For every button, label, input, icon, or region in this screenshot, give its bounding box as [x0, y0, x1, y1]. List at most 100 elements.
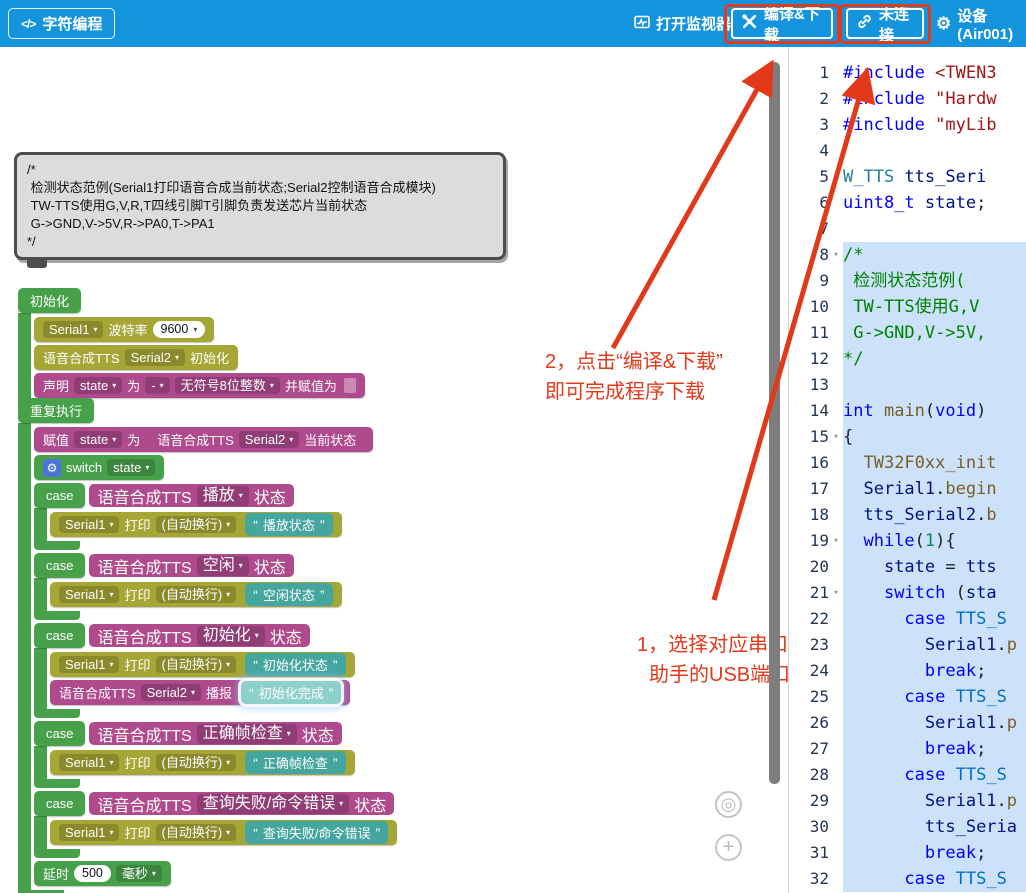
dropdown-field[interactable]: 播放▾ — [197, 486, 249, 506]
c-shaped-block[interactable]: case语音合成TTS初始化▾状态Serial1▾打印(自动换行)▾“初始化状态… — [34, 623, 355, 718]
dropdown-field[interactable]: state▾ — [74, 377, 122, 394]
dropdown-field[interactable]: (自动换行)▾ — [156, 824, 237, 841]
case-condition-block[interactable]: 语音合成TTS播放▾状态 — [89, 484, 293, 507]
block-row[interactable]: Serial1▾打印(自动换行)▾“正确帧检查” — [50, 750, 355, 775]
code-token: "Hardw — [935, 89, 996, 109]
block-header-label[interactable]: 重复执行 — [18, 398, 94, 423]
block-header-label[interactable]: case — [34, 791, 85, 816]
string-block[interactable]: “查询失败/命令错误” — [245, 821, 388, 844]
c-shaped-block[interactable]: case语音合成TTS空闲▾状态Serial1▾打印(自动换行)▾“空闲状态” — [34, 553, 342, 620]
line-number-gutter: 30 — [789, 814, 843, 840]
block-label: 语音合成TTS — [97, 722, 191, 746]
c-shaped-block[interactable]: case语音合成TTS正确帧检查▾状态Serial1▾打印(自动换行)▾“正确帧… — [34, 721, 355, 788]
open-monitor-button[interactable]: 打开监视器 — [626, 8, 739, 39]
c-shaped-block[interactable]: case语音合成TTS播放▾状态Serial1▾打印(自动换行)▾“播放状态” — [34, 483, 342, 550]
dropdown-field[interactable]: (自动换行)▾ — [156, 754, 237, 771]
device-button[interactable]: ⚙设备(Air001) — [928, 8, 1026, 39]
dropdown-field[interactable]: Serial1▾ — [59, 516, 119, 533]
init-block[interactable]: 初始化Serial1▾波特率9600▾语音合成TTSSerial2▾初始化声明s… — [18, 288, 365, 411]
dropdown-field[interactable]: 初始化▾ — [197, 626, 265, 646]
text-field[interactable]: 9600▾ — [153, 321, 206, 338]
code-token — [894, 167, 904, 187]
block-row[interactable]: 语音合成TTSSerial2▾初始化 — [34, 345, 238, 370]
dropdown-field[interactable]: Serial2▾ — [141, 684, 201, 701]
block-header-label[interactable]: case — [34, 721, 85, 746]
line-number: 6 — [791, 190, 829, 216]
dropdown-field[interactable]: 空闲▾ — [197, 556, 249, 576]
block-row[interactable]: 语音合成TTSSerial2▾播报“初始化完成” — [50, 680, 350, 705]
code-editor[interactable]: 1#include <TWEN32#include "Hardw3#includ… — [788, 47, 1026, 893]
string-block[interactable]: “空闲状态” — [245, 583, 332, 606]
block-label: 波特率 — [108, 320, 147, 339]
dropdown-field[interactable]: state▾ — [74, 431, 122, 448]
string-block[interactable]: “播放状态” — [245, 513, 332, 536]
block-header-label[interactable]: case — [34, 553, 85, 578]
dropdown-field[interactable]: (自动换行)▾ — [156, 516, 237, 533]
block-header-label[interactable]: case — [34, 483, 85, 508]
dropdown-field[interactable]: -▾ — [145, 377, 169, 394]
dropdown-field[interactable]: Serial1▾ — [59, 586, 119, 603]
dropdown-field[interactable]: (自动换行)▾ — [156, 586, 237, 603]
code-text: Serial1.p — [843, 788, 1026, 814]
code-token: Serial1 — [863, 479, 935, 499]
dropdown-value: Serial1 — [65, 658, 105, 671]
code-text: */ — [843, 346, 1026, 372]
empty-value-socket[interactable] — [344, 378, 356, 393]
dropdown-field[interactable]: Serial1▾ — [59, 754, 119, 771]
workspace-scrollbar[interactable] — [769, 62, 780, 784]
string-block[interactable]: “初始化完成” — [241, 681, 341, 704]
line-number: 3 — [791, 112, 829, 138]
recenter-button[interactable]: ◎ — [715, 791, 742, 818]
block-row[interactable]: Serial1▾打印(自动换行)▾“初始化状态” — [50, 652, 355, 677]
dropdown-field[interactable]: 查询失败/命令错误▾ — [197, 794, 349, 814]
block-header-label[interactable]: case — [34, 623, 85, 648]
case-condition-block[interactable]: 语音合成TTS查询失败/命令错误▾状态 — [89, 792, 394, 815]
dropdown-field[interactable]: state▾ — [107, 459, 155, 476]
comment-block[interactable]: /* 检测状态范例(Serial1打印语音合成当前状态;Serial2控制语音合… — [14, 152, 506, 260]
fold-marker-icon[interactable]: ▾ — [829, 242, 843, 268]
line-number-gutter: 14 — [789, 398, 843, 424]
mutator-gear-icon[interactable]: ⚙ — [43, 459, 61, 477]
chevron-down-icon: ▾ — [109, 829, 113, 837]
dropdown-field[interactable]: Serial2▾ — [239, 431, 299, 448]
text-field[interactable]: 500 — [74, 865, 111, 882]
fold-marker-icon[interactable]: ▾ — [829, 528, 843, 554]
case-condition-block[interactable]: 语音合成TTS正确帧检查▾状态 — [89, 722, 341, 745]
case-condition-block[interactable]: 语音合成TTS空闲▾状态 — [89, 554, 293, 577]
repeat-block[interactable]: 重复执行赋值state▾为语音合成TTSSerial2▾当前状态 ⚙switchs… — [18, 398, 397, 893]
dropdown-field[interactable]: Serial1▾ — [43, 321, 103, 338]
string-block[interactable]: “初始化状态” — [245, 653, 345, 676]
line-number: 2 — [791, 86, 829, 112]
code-text: int main(void) — [843, 398, 1026, 424]
dropdown-field[interactable]: 无符号8位整数▾ — [175, 377, 280, 394]
dropdown-field[interactable]: 正确帧检查▾ — [197, 724, 297, 744]
c-shaped-block[interactable]: case语音合成TTS查询失败/命令错误▾状态Serial1▾打印(自动换行)▾… — [34, 791, 397, 858]
code-token: Serial1 — [925, 791, 997, 811]
block-row[interactable]: 延时500毫秒▾ — [34, 861, 171, 886]
block-row[interactable]: Serial1▾打印(自动换行)▾“播放状态” — [50, 512, 342, 537]
code-token: . — [997, 791, 1007, 811]
block-row[interactable]: 声明state▾为-▾无符号8位整数▾并赋值为 — [34, 373, 365, 398]
dropdown-field[interactable]: Serial2▾ — [125, 349, 185, 366]
block-row[interactable]: 赋值state▾为语音合成TTSSerial2▾当前状态 — [34, 427, 373, 452]
block-row[interactable]: ⚙switchstate▾ — [34, 455, 164, 480]
block-row[interactable]: Serial1▾打印(自动换行)▾“空闲状态” — [50, 582, 342, 607]
dropdown-field[interactable]: Serial1▾ — [59, 656, 119, 673]
value-block[interactable]: 语音合成TTSSerial2▾当前状态 — [149, 428, 364, 451]
blockly-workspace[interactable]: /* 检测状态范例(Serial1打印语音合成当前状态;Serial2控制语音合… — [0, 47, 788, 893]
code-token: ; — [976, 843, 986, 863]
dropdown-field[interactable]: (自动换行)▾ — [156, 656, 237, 673]
dropdown-field[interactable]: Serial1▾ — [59, 824, 119, 841]
dropdown-field[interactable]: 毫秒▾ — [116, 865, 162, 882]
string-block[interactable]: “正确帧检查” — [245, 751, 345, 774]
block-row[interactable]: Serial1▾ 波特率 9600▾ — [34, 317, 214, 342]
fold-marker-icon[interactable]: ▾ — [829, 424, 843, 450]
fold-marker-icon[interactable]: ▾ — [829, 580, 843, 606]
mode-tab-char-programming[interactable]: </> 字符编程 — [8, 8, 115, 39]
annotation-box-compile — [724, 4, 840, 44]
block-header-label[interactable]: 初始化 — [18, 288, 81, 313]
dropdown-value: state — [113, 461, 141, 474]
block-row[interactable]: Serial1▾打印(自动换行)▾“查询失败/命令错误” — [50, 820, 397, 845]
case-condition-block[interactable]: 语音合成TTS初始化▾状态 — [89, 624, 309, 647]
zoom-in-button[interactable]: + — [715, 834, 742, 861]
